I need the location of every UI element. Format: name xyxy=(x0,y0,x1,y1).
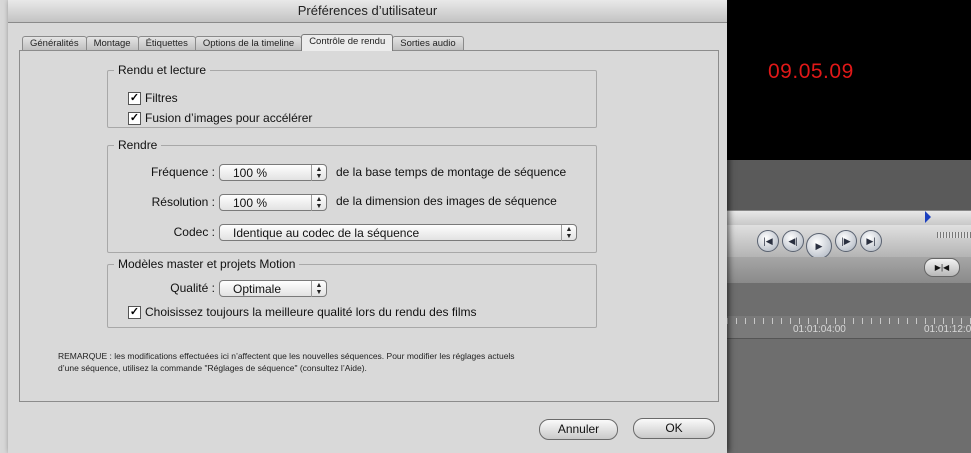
tab-montage[interactable]: Montage xyxy=(85,36,139,51)
dialog-title: Préférences d’utilisateur xyxy=(8,0,727,23)
tab-options-timeline[interactable]: Options de la timeline xyxy=(194,36,303,51)
timeline-timecode: 01:01:04:00 xyxy=(793,324,846,335)
frequence-label: Fréquence : xyxy=(150,165,215,179)
go-to-start-icon[interactable]: |◀ xyxy=(757,230,779,252)
checkbox-label: Choisissez toujours la meilleure qualité… xyxy=(145,305,477,319)
checkbox-check-icon: ✓ xyxy=(128,91,141,105)
next-frame-icon[interactable]: |▶ xyxy=(835,230,857,252)
scrubber-bar[interactable] xyxy=(727,210,971,226)
popup-value: 100 % xyxy=(233,166,268,180)
updown-arrows-icon: ▲ ▼ xyxy=(311,165,326,181)
qualite-popup[interactable]: Optimale ▲ ▼ xyxy=(219,280,327,297)
tab-controle-rendu[interactable]: Contrôle de rendu xyxy=(301,34,394,51)
popup-value: 100 % xyxy=(233,196,268,210)
updown-arrows-icon: ▲ ▼ xyxy=(561,225,576,241)
jog-control[interactable] xyxy=(937,232,971,238)
group-title: Rendre xyxy=(114,138,162,152)
meilleure-qualite-checkbox[interactable]: ✓ Choisissez toujours la meilleure quali… xyxy=(128,305,477,319)
viewer-lower-area xyxy=(727,160,971,210)
tab-sorties-audio[interactable]: Sorties audio xyxy=(392,36,464,51)
modeles-group: Modèles master et projets Motion Qualité… xyxy=(107,257,597,328)
checkbox-check-icon: ✓ xyxy=(128,111,141,125)
tab-etiquettes[interactable]: Étiquettes xyxy=(137,36,196,51)
play-icon[interactable]: ▶ xyxy=(806,233,832,259)
ok-button[interactable]: OK xyxy=(633,418,715,439)
tab-generalites[interactable]: Généralités xyxy=(22,36,87,51)
tab-bar: Généralités Montage Étiquettes Options d… xyxy=(22,34,464,51)
resolution-label: Résolution : xyxy=(151,195,215,209)
codec-popup[interactable]: Identique au codec de la séquence ▲ ▼ xyxy=(219,224,577,241)
cancel-button[interactable]: Annuler xyxy=(539,419,618,440)
frequence-popup[interactable]: 100 % ▲ ▼ xyxy=(219,164,327,181)
frequence-suffix: de la base temps de montage de séquence xyxy=(336,165,567,179)
checkbox-label: Filtres xyxy=(145,91,178,105)
mark-in-out-icon[interactable]: ▶|◀ xyxy=(924,258,960,277)
updown-arrows-icon: ▲ ▼ xyxy=(311,195,326,211)
popup-value: Optimale xyxy=(233,282,282,296)
note-line: d’une séquence, utilisez la commande "Ré… xyxy=(58,363,367,373)
group-title: Modèles master et projets Motion xyxy=(114,257,300,271)
previous-frame-icon[interactable]: ◀| xyxy=(782,230,804,252)
note-line: REMARQUE : les modifications effectuées … xyxy=(58,351,515,361)
updown-arrows-icon: ▲ ▼ xyxy=(311,281,326,297)
preferences-dialog: Préférences d’utilisateur Généralités Mo… xyxy=(8,0,727,453)
codec-label: Codec : xyxy=(173,225,215,239)
checkbox-check-icon: ✓ xyxy=(128,305,141,319)
remarque-note: REMARQUE : les modifications effectuées … xyxy=(58,350,658,374)
go-to-end-icon[interactable]: ▶| xyxy=(860,230,882,252)
timeline-area xyxy=(727,283,971,453)
checkbox-label: Fusion d’images pour accélérer xyxy=(145,111,313,125)
rendu-lecture-group: Rendu et lecture ✓ Filtres ✓ Fusion d’im… xyxy=(107,63,597,128)
viewer-timecode: 09.05.09 xyxy=(768,60,854,83)
resolution-suffix: de la dimension des images de séquence xyxy=(336,194,557,208)
group-title: Rendu et lecture xyxy=(114,63,211,77)
popup-value: Identique au codec de la séquence xyxy=(233,226,420,240)
fusion-checkbox[interactable]: ✓ Fusion d’images pour accélérer xyxy=(128,111,312,125)
timeline-timecode: 01:01:12:0 xyxy=(924,324,971,335)
playhead-icon[interactable] xyxy=(925,211,931,223)
resolution-popup[interactable]: 100 % ▲ ▼ xyxy=(219,194,327,211)
qualite-label: Qualité : xyxy=(170,281,215,295)
rendre-group: Rendre Fréquence : 100 % ▲ ▼ de la base t… xyxy=(107,138,597,253)
filtres-checkbox[interactable]: ✓ Filtres xyxy=(128,91,178,105)
